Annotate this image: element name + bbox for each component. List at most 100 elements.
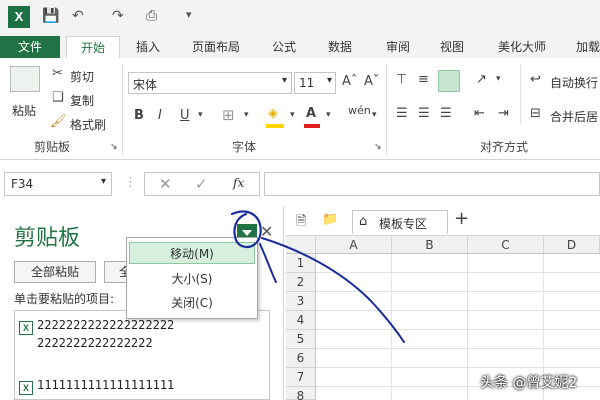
add-tab-icon[interactable]: +	[454, 208, 469, 229]
clipboard-launcher-icon[interactable]: ↘	[110, 142, 118, 152]
align-top-icon[interactable]: ⊤	[396, 72, 407, 87]
align-center-icon[interactable]: ☰	[418, 106, 430, 121]
column-header[interactable]: B	[392, 236, 468, 254]
menu-item-size[interactable]: 大小(S)	[129, 268, 255, 290]
chevron-down-icon: ▾	[281, 75, 287, 86]
font-launcher-icon[interactable]: ↘	[374, 142, 382, 152]
pane-hint: 单击要粘贴的项目:	[14, 292, 115, 306]
save-icon[interactable]: 💾	[42, 8, 59, 26]
close-icon[interactable]: ✕	[260, 222, 273, 241]
redo-icon[interactable]: ↷	[112, 8, 124, 26]
underline-button[interactable]: U	[180, 108, 190, 123]
chevron-down-icon[interactable]: ▾	[198, 110, 203, 120]
phonetic-guide-icon[interactable]: wén	[348, 104, 371, 117]
chevron-down-icon[interactable]: ▾	[372, 110, 377, 120]
grid-line	[316, 367, 600, 368]
font-size-select[interactable]: 11 ▾	[294, 72, 336, 94]
row-header[interactable]: 1	[286, 254, 316, 273]
row-header[interactable]: 3	[286, 292, 316, 311]
decrease-indent-icon[interactable]: ⇤	[474, 106, 485, 121]
tab-view[interactable]: 视图	[440, 36, 464, 58]
ribbon-tabs: 文件 开始 插入 页面布局 公式 数据 审阅 视图 美化大师 加载	[0, 36, 600, 58]
row-header[interactable]: 2	[286, 273, 316, 292]
tab-insert[interactable]: 插入	[136, 36, 160, 58]
format-painter-button[interactable]: 格式刷	[70, 116, 106, 133]
row-header[interactable]: 6	[286, 349, 316, 368]
menu-item-close[interactable]: 关闭(C)	[129, 292, 255, 314]
increase-indent-icon[interactable]: ⇥	[498, 106, 509, 121]
pane-options-menu: 移动(M) 大小(S) 关闭(C)	[126, 237, 258, 319]
tab-addins[interactable]: 加载	[576, 36, 600, 58]
row-header[interactable]: 4	[286, 311, 316, 330]
quick-access-toolbar: X 💾 ↶ ↷ ⎙ ▾	[0, 0, 600, 36]
wrap-text-button[interactable]: 自动换行	[550, 74, 598, 91]
align-right-icon[interactable]: ☰	[440, 106, 452, 121]
scissors-icon: ✂	[52, 66, 63, 81]
new-document-icon[interactable]: 🗎	[296, 212, 306, 234]
formula-buttons: ✕ ✓ fx	[144, 172, 260, 196]
paste-all-button[interactable]: 全部粘贴	[14, 261, 96, 283]
clipboard-paste-icon[interactable]	[10, 66, 40, 92]
paste-button[interactable]: 粘贴	[12, 102, 36, 119]
tab-beautify-master[interactable]: 美化大师	[498, 36, 546, 58]
font-group-label: 字体	[232, 140, 257, 154]
row-header[interactable]: 8	[286, 387, 316, 400]
folder-icon[interactable]: 📁	[322, 212, 338, 227]
borders-icon[interactable]: ⊞	[222, 106, 235, 124]
decrease-font-icon[interactable]: Aˇ	[364, 74, 379, 89]
tab-page-layout[interactable]: 页面布局	[192, 36, 240, 58]
align-bottom-icon[interactable]	[438, 70, 460, 92]
fill-color-icon[interactable]: ◈	[268, 106, 278, 121]
column-header[interactable]: A	[316, 236, 392, 254]
print-icon[interactable]: ⎙	[146, 8, 157, 26]
more-options-icon: ⋮	[124, 175, 137, 190]
font-color-button[interactable]: A	[306, 106, 316, 121]
grid-line	[316, 291, 600, 292]
chevron-down-icon[interactable]: ▾	[244, 110, 249, 120]
menu-item-move[interactable]: 移动(M)	[129, 242, 255, 264]
tab-template-zone[interactable]: ⌂ 模板专区	[352, 210, 448, 234]
bold-button[interactable]: B	[134, 108, 144, 123]
clipboard-item[interactable]: X 2222222222222222222 2222222222222222	[19, 317, 269, 352]
align-left-icon[interactable]: ☰	[396, 106, 408, 121]
row-header[interactable]: 7	[286, 368, 316, 387]
tab-review[interactable]: 审阅	[386, 36, 410, 58]
tab-formulas[interactable]: 公式	[272, 36, 296, 58]
enter-icon[interactable]: ✓	[195, 175, 208, 193]
chevron-down-icon[interactable]: ▾	[326, 110, 331, 120]
clipboard-item[interactable]: X 1111111111111111111	[19, 377, 269, 395]
select-all-corner[interactable]	[286, 236, 316, 254]
watermark: 头条 @曾艾妮2	[480, 375, 578, 391]
pane-title: 剪贴板	[14, 226, 81, 251]
font-name-select[interactable]: 宋体 ▾	[128, 72, 292, 94]
home-icon: ⌂	[359, 214, 368, 229]
italic-button[interactable]: I	[158, 108, 162, 123]
grid-line	[316, 348, 600, 349]
merge-center-button[interactable]: 合并后居	[550, 108, 598, 125]
chevron-down-icon[interactable]: ▾	[496, 74, 501, 84]
customize-qat-icon[interactable]: ▾	[186, 8, 192, 26]
increase-font-icon[interactable]: Aˆ	[342, 74, 357, 89]
grid-line	[316, 310, 600, 311]
template-tab-label: 模板专区	[379, 217, 428, 231]
format-painter-icon: 🖌	[50, 114, 67, 129]
grid-line	[467, 254, 468, 400]
document-tabs: 🗎 📁 ⌂ 模板专区 +	[286, 206, 600, 236]
formula-input[interactable]	[264, 172, 600, 196]
clipboard-item-text: 2222222222222222	[37, 336, 153, 350]
undo-icon[interactable]: ↶	[72, 8, 84, 26]
cancel-icon[interactable]: ✕	[159, 175, 172, 193]
copy-button[interactable]: 复制	[70, 92, 94, 109]
insert-function-icon[interactable]: fx	[233, 176, 244, 190]
tab-file[interactable]: 文件	[0, 36, 60, 58]
orientation-icon[interactable]: ↗	[476, 72, 487, 87]
row-header[interactable]: 5	[286, 330, 316, 349]
column-header[interactable]: D	[544, 236, 600, 254]
tab-home[interactable]: 开始	[66, 36, 120, 58]
column-header[interactable]: C	[468, 236, 544, 254]
cut-button[interactable]: 剪切	[70, 68, 94, 85]
chevron-down-icon[interactable]: ▾	[290, 110, 295, 120]
tab-data[interactable]: 数据	[328, 36, 352, 58]
align-middle-icon[interactable]: ≡	[418, 72, 429, 87]
name-box[interactable]: F34 ▾	[4, 172, 112, 196]
